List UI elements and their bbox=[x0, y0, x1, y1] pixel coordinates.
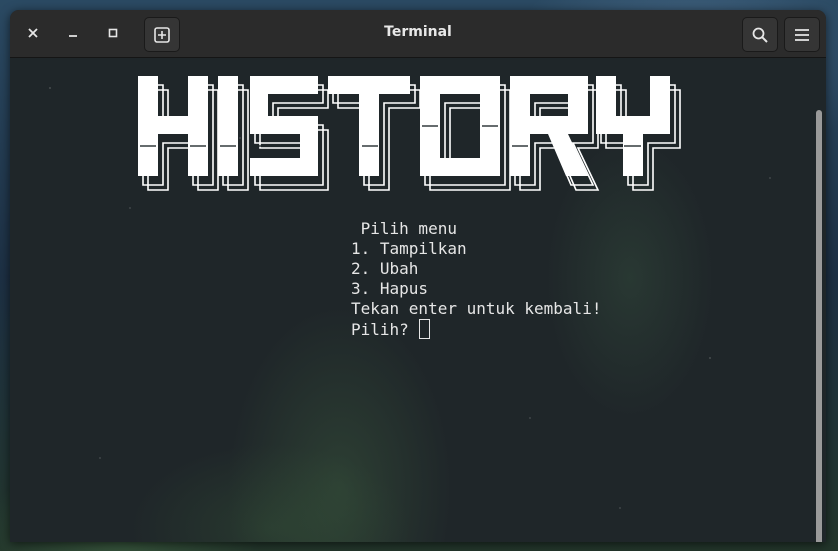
terminal-output: Pilih menu 1. Tampilkan 2. Ubah 3. Hapus… bbox=[351, 219, 601, 340]
scrollbar[interactable] bbox=[816, 110, 822, 542]
prompt-label: Pilih? bbox=[351, 320, 409, 339]
banner-letter-i bbox=[218, 76, 238, 176]
titlebar: Terminal bbox=[10, 10, 826, 58]
terminal-window: Terminal Pilih menu 1. Tampilkan 2. Ubah… bbox=[10, 10, 826, 542]
banner-letter-t bbox=[328, 76, 410, 176]
menu-option-tampilkan: 1. Tampilkan bbox=[351, 239, 467, 258]
menu-option-hapus: 3. Hapus bbox=[351, 279, 429, 298]
menu-button[interactable] bbox=[784, 17, 820, 52]
menu-option-ubah: 2. Ubah bbox=[351, 259, 419, 278]
hamburger-menu-icon bbox=[795, 28, 809, 41]
search-icon bbox=[752, 27, 768, 43]
terminal-area[interactable]: Pilih menu 1. Tampilkan 2. Ubah 3. Hapus… bbox=[10, 58, 826, 542]
window-title: Terminal bbox=[384, 24, 452, 40]
history-banner-art bbox=[138, 76, 681, 191]
banner-letter-h bbox=[138, 76, 208, 176]
text-cursor bbox=[418, 319, 430, 339]
back-instruction: Tekan enter untuk kembali! bbox=[351, 299, 602, 318]
menu-heading: Pilih menu bbox=[351, 219, 457, 238]
banner-letter-y bbox=[596, 76, 670, 176]
banner-letter-r bbox=[510, 76, 588, 176]
search-button[interactable] bbox=[742, 17, 778, 52]
banner-letter-s bbox=[250, 76, 318, 176]
ascii-banner bbox=[138, 76, 690, 196]
